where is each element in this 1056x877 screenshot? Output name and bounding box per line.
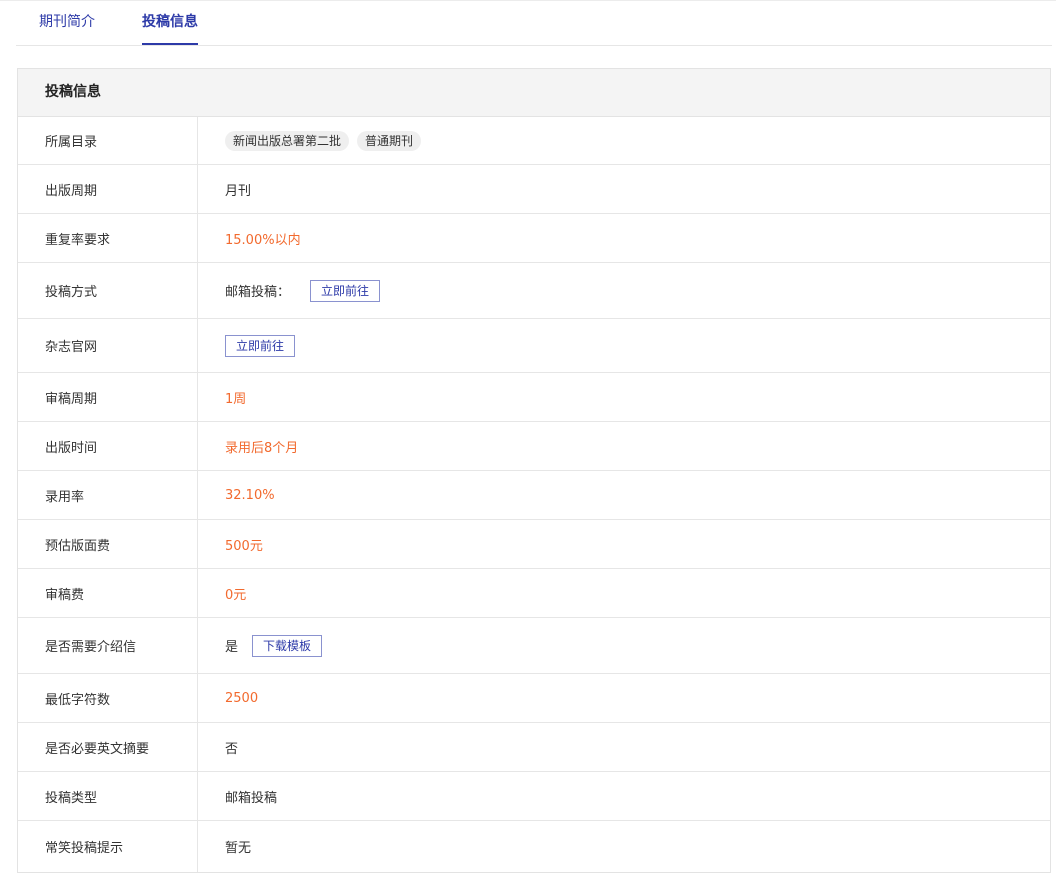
catalog-tag: 普通期刊 [357, 130, 422, 151]
row-value: 1周 [225, 391, 247, 407]
method-text: 邮箱投稿： [225, 285, 291, 300]
letter-required-text: 是 [225, 640, 239, 655]
tab-submission-info[interactable]: 投稿信息 [142, 11, 198, 45]
panel-title: 投稿信息 [18, 69, 1050, 117]
row-value: 15.00%以内 [225, 232, 301, 248]
row-label: 是否必要英文摘要 [18, 723, 198, 771]
row-value: 邮箱投稿 [225, 790, 278, 806]
row-label: 常笑投稿提示 [18, 821, 198, 872]
row-value: 否 [225, 741, 239, 757]
info-row-en-abstract: 是否必要英文摘要 否 [18, 723, 1050, 772]
info-row-review-fee: 审稿费 0元 [18, 569, 1050, 618]
info-row-tips: 常笑投稿提示 暂无 [18, 821, 1050, 872]
row-value: 2500 [225, 690, 259, 706]
download-template-button[interactable]: 下载模板 [252, 634, 323, 657]
row-value: 是 下载模板 [198, 618, 1050, 673]
catalog-tag: 新闻出版总署第二批 [225, 130, 350, 151]
tab-bar: 期刊简介 投稿信息 [16, 1, 1052, 46]
row-label: 审稿周期 [18, 373, 198, 421]
info-row-page-fee: 预估版面费 500元 [18, 520, 1050, 569]
submission-info-panel: 投稿信息 所属目录 新闻出版总署第二批 普通期刊 出版周期 月刊 重复率要求 1… [17, 68, 1051, 873]
row-value: 0元 [225, 587, 247, 603]
info-row-letter: 是否需要介绍信 是 下载模板 [18, 618, 1050, 674]
row-label: 审稿费 [18, 569, 198, 617]
row-value: 暂无 [225, 841, 252, 856]
row-value: 500元 [225, 538, 263, 554]
row-value: 月刊 [225, 183, 252, 199]
info-row-cycle: 出版周期 月刊 [18, 165, 1050, 214]
row-value: 新闻出版总署第二批 普通期刊 [198, 117, 1050, 164]
info-row-catalog: 所属目录 新闻出版总署第二批 普通期刊 [18, 117, 1050, 165]
info-row-pub-time: 出版时间 录用后8个月 [18, 422, 1050, 471]
row-label: 投稿方式 [18, 263, 198, 318]
row-label: 是否需要介绍信 [18, 618, 198, 673]
row-label: 重复率要求 [18, 214, 198, 262]
info-row-accept-rate: 录用率 32.10% [18, 471, 1050, 520]
go-website-button[interactable]: 立即前往 [225, 334, 296, 357]
row-label: 出版时间 [18, 422, 198, 470]
tab-journal-intro[interactable]: 期刊简介 [39, 11, 95, 45]
row-label: 出版周期 [18, 165, 198, 213]
info-row-method: 投稿方式 邮箱投稿： 立即前往 [18, 263, 1050, 319]
row-label: 投稿类型 [18, 772, 198, 820]
row-value: 邮箱投稿： 立即前往 [198, 263, 1050, 318]
row-label: 杂志官网 [18, 319, 198, 372]
info-row-website: 杂志官网 立即前往 [18, 319, 1050, 373]
info-row-min-chars: 最低字符数 2500 [18, 674, 1050, 723]
row-value: 32.10% [225, 487, 275, 503]
info-row-duplication: 重复率要求 15.00%以内 [18, 214, 1050, 263]
go-submit-button[interactable]: 立即前往 [310, 279, 381, 302]
row-label: 所属目录 [18, 117, 198, 164]
row-label: 录用率 [18, 471, 198, 519]
row-value: 立即前往 [198, 319, 1050, 372]
row-label: 最低字符数 [18, 674, 198, 722]
row-value: 录用后8个月 [225, 440, 299, 456]
row-label: 预估版面费 [18, 520, 198, 568]
info-row-review-cycle: 审稿周期 1周 [18, 373, 1050, 422]
info-row-sub-type: 投稿类型 邮箱投稿 [18, 772, 1050, 821]
